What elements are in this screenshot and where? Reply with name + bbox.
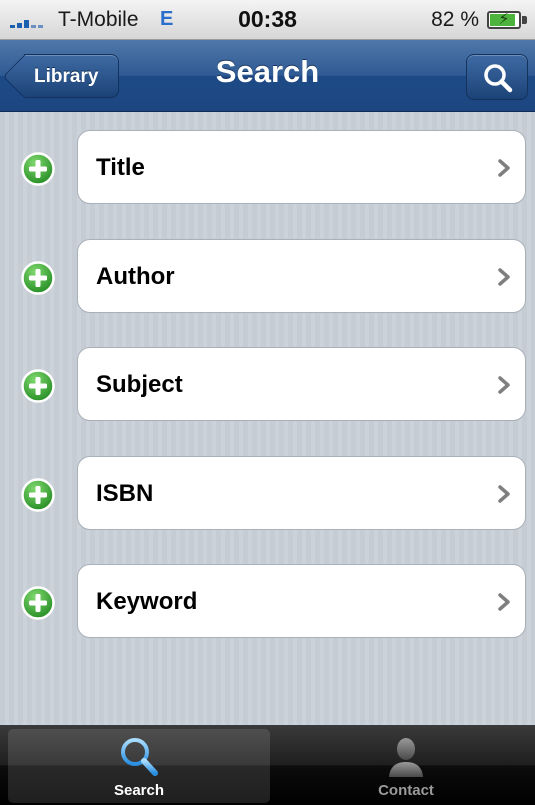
tab-contact-label: Contact — [378, 782, 434, 799]
search-field-row-title[interactable]: Title — [77, 130, 526, 204]
search-field-row-author[interactable]: Author — [77, 239, 526, 313]
row-label: Subject — [96, 371, 183, 398]
chevron-right-icon — [498, 485, 510, 503]
row-label: Author — [96, 263, 175, 290]
chevron-right-icon — [498, 268, 510, 286]
search-field-row-isbn[interactable]: ISBN — [77, 456, 526, 530]
chevron-right-icon — [498, 376, 510, 394]
tab-bar: Search Contact — [0, 725, 535, 805]
search-button[interactable] — [466, 54, 528, 100]
chevron-right-icon — [498, 159, 510, 177]
navigation-bar: Library Search — [0, 40, 535, 112]
search-field-list: Title Author Subject ISBN Keyword — [0, 112, 535, 725]
add-circle-icon[interactable] — [21, 261, 55, 295]
add-circle-icon[interactable] — [21, 369, 55, 403]
search-field-row-subject[interactable]: Subject — [77, 347, 526, 421]
row-label: Keyword — [96, 588, 198, 615]
search-icon — [121, 738, 158, 776]
tab-contact[interactable]: Contact — [275, 729, 535, 803]
battery-nub — [522, 16, 527, 24]
chevron-right-icon — [498, 593, 510, 611]
row-label: ISBN — [96, 480, 154, 507]
status-bar: T-Mobile E 00:38 82 % ⚡ — [0, 0, 535, 40]
battery-charging-icon: ⚡ — [487, 11, 521, 29]
row-label: Title — [96, 154, 145, 181]
app-screen: T-Mobile E 00:38 82 % ⚡ Library Search T… — [0, 0, 535, 805]
add-circle-icon[interactable] — [21, 586, 55, 620]
page-title: Search — [215, 54, 320, 89]
tab-search[interactable]: Search — [8, 729, 270, 803]
battery-percent: 82 % — [431, 8, 479, 31]
search-icon — [484, 64, 513, 93]
add-circle-icon[interactable] — [21, 152, 55, 186]
add-circle-icon[interactable] — [21, 478, 55, 512]
person-icon — [389, 738, 423, 777]
tab-search-label: Search — [113, 782, 165, 799]
search-field-row-keyword[interactable]: Keyword — [77, 564, 526, 638]
